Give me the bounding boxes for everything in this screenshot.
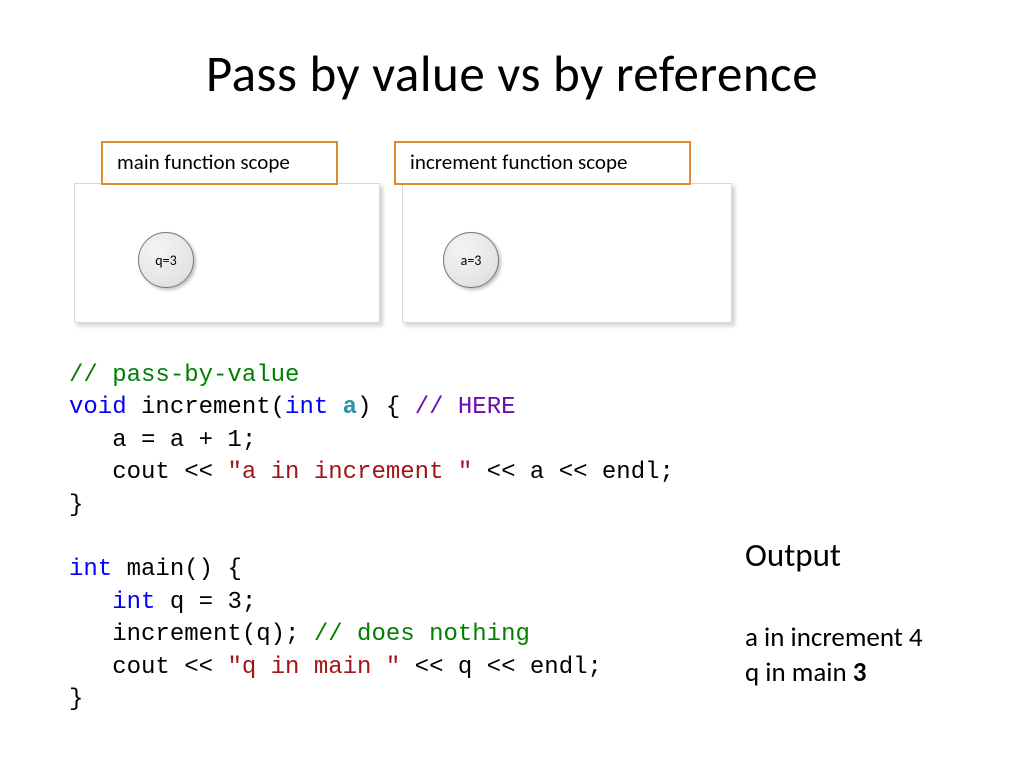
output-line2-value: 3: [853, 656, 867, 689]
variable-q-circle: q=3: [138, 232, 194, 288]
code-kw-int-main: int: [69, 556, 112, 583]
code-cout2a: cout <<: [69, 654, 227, 681]
output-line1-text: a in increment: [745, 621, 909, 654]
code-intq-kw: int: [112, 589, 155, 616]
code-call-a: increment(q);: [69, 621, 314, 648]
code-paren-open: ) {: [357, 394, 415, 421]
code-brace1: }: [69, 492, 83, 519]
code-intq-a: [69, 589, 112, 616]
code-call-comment: // does nothing: [314, 621, 530, 648]
main-scope-box: [74, 183, 380, 323]
code-brace2: }: [69, 686, 83, 713]
increment-scope-label: increment function scope: [394, 141, 691, 185]
variable-a-circle: a=3: [443, 232, 499, 288]
code-cout2b: << q << endl;: [400, 654, 602, 681]
code-line-assign: a = a + 1;: [69, 427, 256, 454]
main-scope-label: main function scope: [101, 141, 338, 185]
output-line2-text: q in main: [745, 656, 853, 689]
code-fn-main: main() {: [112, 556, 242, 583]
code-cout2str: "q in main ": [227, 654, 400, 681]
output-line1-value: 4: [909, 621, 923, 654]
code-comment-here: // HERE: [415, 394, 516, 421]
code-param-a: a: [328, 394, 357, 421]
code-block: // pass-by-value void increment(int a) {…: [69, 360, 674, 716]
code-kw-int-a: int: [285, 394, 328, 421]
code-cout1str: "a in increment ": [227, 459, 472, 486]
slide: Pass by value vs by reference main funct…: [0, 0, 1024, 768]
code-cout1b: << a << endl;: [472, 459, 674, 486]
output-line-2: q in main 3: [745, 656, 866, 689]
output-line-1: a in increment 4: [745, 621, 923, 654]
slide-title: Pass by value vs by reference: [0, 42, 1024, 105]
code-kw-void: void: [69, 394, 127, 421]
output-title: Output: [745, 535, 841, 575]
code-cout1a: cout <<: [69, 459, 227, 486]
code-fn-increment: increment(: [127, 394, 285, 421]
code-comment-pbv: // pass-by-value: [69, 362, 299, 389]
code-intq-b: q = 3;: [155, 589, 256, 616]
